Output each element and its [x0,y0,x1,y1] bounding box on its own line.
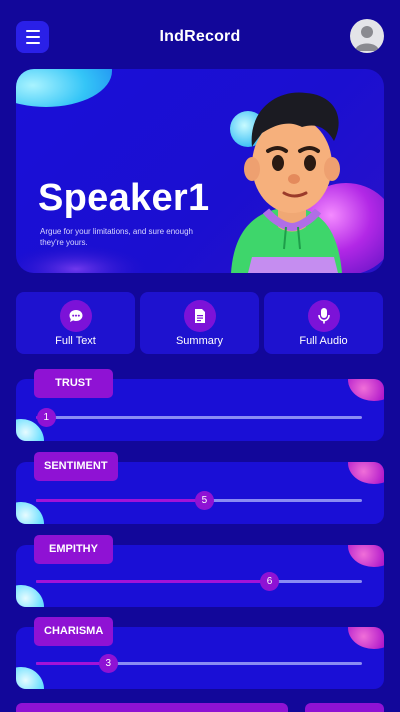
decorative-blob [348,462,384,484]
empithy-slider[interactable]: 6 [36,572,362,591]
metric-empithy: 6 EMPITHY [16,535,384,607]
full-audio-button[interactable]: Full Audio [264,292,383,354]
microphone-icon [307,300,340,332]
decorative-blob [16,502,44,524]
charisma-slider[interactable]: 3 [36,654,362,673]
app-title: IndRecord [159,28,241,45]
user-icon [355,26,379,51]
full-text-label: Full Text [55,335,96,347]
user-avatar[interactable] [350,19,384,53]
speaker-quote: Argue for your limitations, and sure eno… [40,227,193,247]
decorative-blob [16,585,44,607]
full-audio-label: Full Audio [299,335,348,347]
metric-label: EMPITHY [34,535,113,564]
bottom-action-bar[interactable] [16,703,288,712]
metric-charisma: 3 CHARISMA [16,617,384,689]
decorative-blob [348,627,384,649]
full-text-button[interactable]: Full Text [16,292,135,354]
decorative-blob [348,379,384,401]
chat-bubble-icon [59,300,92,332]
metric-label: CHARISMA [34,617,114,646]
speaker-name: Speaker1 [38,177,210,219]
metric-label: TRUST [34,369,113,398]
decorative-blob [16,667,44,689]
document-icon [183,300,216,332]
speaker-hero-card: Speaker1 Argue for your limitations, and… [16,69,384,273]
action-tiles: Full Text Summary Full Audio [16,292,384,354]
sentiment-slider[interactable]: 5 [36,491,362,510]
trust-slider[interactable]: 1 [36,408,362,427]
summary-label: Summary [175,335,224,347]
slider-knob[interactable]: 6 [260,572,280,591]
app-header: IndRecord [0,0,400,76]
bottom-action-bar-secondary[interactable] [305,703,384,712]
slider-knob[interactable]: 3 [98,654,118,673]
slider-knob[interactable]: 1 [36,408,56,427]
summary-button[interactable]: Summary [140,292,259,354]
metric-trust: 1 TRUST [16,369,384,441]
decorative-blob [348,545,384,567]
slider-fill [36,662,108,665]
slider-fill [36,499,204,502]
slider-knob[interactable]: 5 [194,491,214,510]
metric-label: SENTIMENT [34,452,118,481]
slider-fill [36,580,270,583]
metric-sentiment: 5 SENTIMENT [16,452,384,524]
